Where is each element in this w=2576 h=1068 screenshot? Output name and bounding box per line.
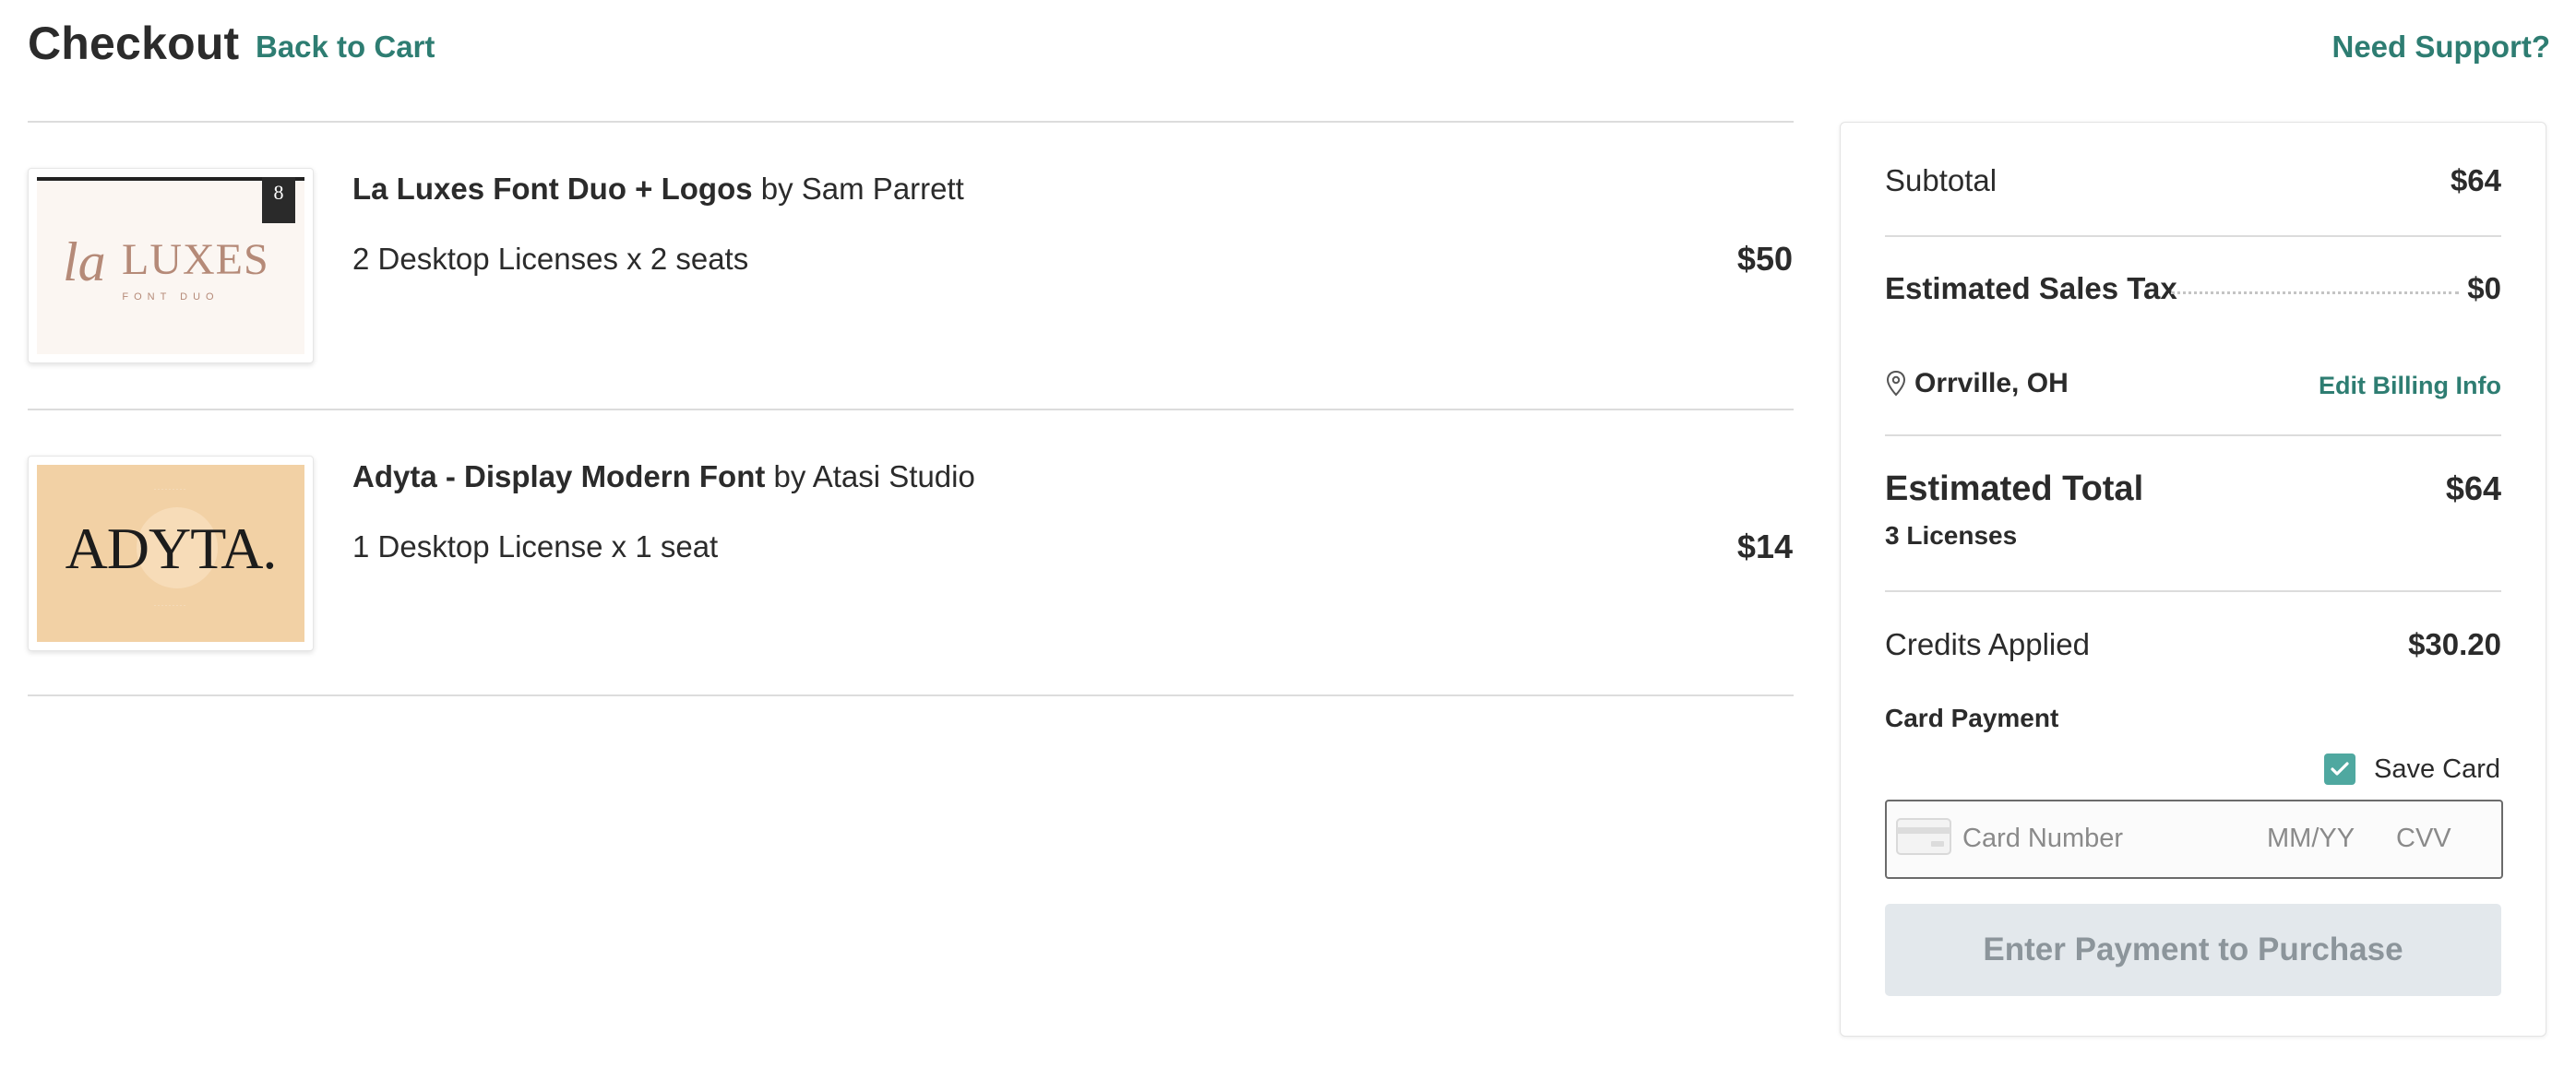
credits-value: $30.20 [2408, 627, 2501, 661]
edit-billing-info-link[interactable]: Edit Billing Info [2319, 372, 2501, 400]
tax-value: $0 [2467, 271, 2501, 305]
divider [1885, 590, 2501, 592]
product-thumbnail-la-luxes[interactable]: 8 la LUXES FONT DUO [28, 168, 314, 363]
page-title: Checkout [28, 18, 240, 69]
divider [1885, 434, 2501, 436]
credits-label: Credits Applied [1885, 627, 2090, 661]
total-row: Estimated Total $64 [1885, 469, 2501, 509]
item-title: La Luxes Font Duo + Logos by Sam Parrett [352, 172, 964, 207]
adyta-artwork: ········· ADYTA. ········· [37, 465, 304, 642]
credit-card-icon [1896, 818, 1951, 862]
divider [28, 409, 1794, 410]
item-license: 1 Desktop License x 1 seat [352, 529, 719, 564]
logo-subtitle: FONT DUO [122, 291, 220, 303]
item-author: by Sam Parrett [760, 172, 964, 206]
la-luxes-artwork: 8 la LUXES FONT DUO [37, 177, 304, 354]
item-price: $14 [1736, 528, 1793, 565]
ribbon-badge: 8 [262, 177, 295, 223]
billing-location: Orrville, OH [1914, 368, 2069, 398]
small-caption: ········· [154, 487, 187, 492]
item-license: 2 Desktop Licenses x 2 seats [352, 242, 749, 276]
card-payment-label: Card Payment [1885, 704, 2059, 732]
divider [28, 694, 1794, 696]
product-thumbnail-adyta[interactable]: ········· ADYTA. ········· [28, 456, 314, 651]
order-summary-panel: Subtotal $64 Estimated Sales Tax $0 Orrv… [1840, 122, 2546, 1037]
card-number-input[interactable]: Card Number [1962, 824, 2123, 854]
credits-row: Credits Applied $30.20 [1885, 627, 2501, 662]
back-to-cart-link[interactable]: Back to Cart [256, 30, 435, 65]
checkmark-icon [2331, 762, 2349, 776]
save-card-label[interactable]: Save Card [2374, 754, 2500, 785]
estimated-total-label: Estimated Total [1885, 469, 2144, 508]
estimated-total-value: $64 [2445, 469, 2501, 507]
need-support-link[interactable]: Need Support? [2332, 30, 2551, 65]
item-name[interactable]: La Luxes Font Duo + Logos [352, 172, 753, 206]
badge-number: 8 [273, 181, 284, 204]
divider [28, 121, 1794, 123]
tax-label: Estimated Sales Tax [1885, 271, 2177, 305]
divider [1885, 235, 2501, 237]
license-count: 3 Licenses [1885, 521, 2018, 550]
card-input-group[interactable]: Card Number MM/YY CVV [1885, 800, 2503, 879]
dotted-leader [2171, 291, 2459, 294]
item-title: Adyta - Display Modern Font by Atasi Stu… [352, 459, 975, 494]
save-card-checkbox[interactable] [2324, 754, 2355, 785]
logo-caps: LUXES [122, 235, 269, 284]
subtotal-value: $64 [2450, 163, 2501, 197]
logo-script: la [63, 231, 106, 292]
small-caption-bottom: ········· [154, 603, 187, 609]
purchase-button[interactable]: Enter Payment to Purchase [1885, 904, 2501, 996]
map-pin-icon [1885, 370, 1907, 402]
subtotal-label: Subtotal [1885, 163, 1998, 197]
expiry-input[interactable]: MM/YY [2267, 824, 2355, 854]
item-price: $50 [1736, 240, 1793, 278]
tax-row: Estimated Sales Tax $0 [1885, 271, 2501, 306]
item-author: by Atasi Studio [773, 459, 975, 493]
logo-adyta: ADYTA. [65, 516, 278, 581]
subtotal-row: Subtotal $64 [1885, 163, 2501, 198]
item-name[interactable]: Adyta - Display Modern Font [352, 459, 765, 493]
cvv-input[interactable]: CVV [2396, 824, 2451, 854]
